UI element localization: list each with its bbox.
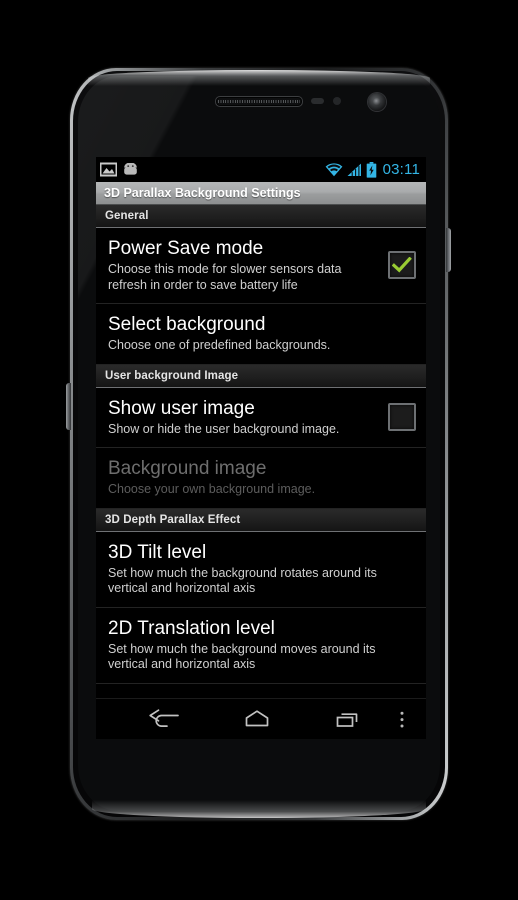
pref-title: Background image — [108, 458, 267, 479]
pref-row-background-image: Background image Choose your own backgro… — [96, 448, 426, 509]
front-camera-icon — [368, 93, 386, 111]
overflow-menu-icon — [400, 711, 404, 727]
check-mark-icon — [392, 257, 412, 273]
cellular-signal-icon — [347, 163, 361, 176]
pref-text-block: 3D Tilt level Set how much the backgroun… — [108, 541, 416, 597]
android-robot-icon — [124, 162, 137, 175]
pref-summary: Choose one of predefined backgrounds. — [108, 338, 331, 352]
section-header-3d-depth-parallax-effect: 3D Depth Parallax Effect — [96, 508, 426, 532]
back-icon — [149, 708, 179, 727]
phone-screen: 03:11 3D Parallax Background Settings Ge… — [96, 157, 426, 739]
status-bar-system-icons: 03:11 — [325, 161, 420, 178]
status-bar-clock: 03:11 — [382, 161, 420, 178]
pref-text-block: Show user image Show or hide the user ba… — [108, 397, 378, 438]
section-header-general: General — [96, 205, 426, 228]
preferences-list[interactable]: General Power Save mode Choose this mode… — [96, 205, 426, 698]
section-header-user-background-image: User background Image — [96, 364, 426, 388]
wifi-icon — [325, 162, 342, 176]
nav-overflow-menu-button[interactable] — [393, 708, 411, 734]
status-bar: 03:11 — [96, 157, 426, 182]
checkbox-show-user-image[interactable] — [388, 402, 416, 431]
pref-text-block: Background image Choose your own backgro… — [108, 457, 416, 498]
pref-row-power-save-mode[interactable]: Power Save mode Choose this mode for slo… — [96, 228, 426, 304]
pref-row-select-background[interactable]: Select background Choose one of predefin… — [96, 304, 426, 365]
pref-text-block: Power Save mode Choose this mode for slo… — [108, 237, 378, 293]
pref-title: Show user image — [108, 397, 255, 419]
pref-title: Power Save mode — [108, 238, 264, 259]
nav-home-button[interactable] — [241, 708, 273, 734]
pref-summary: Show or hide the user background image. — [108, 421, 340, 436]
pref-title: 2D Translation level — [108, 617, 275, 639]
proximity-sensor-icon — [311, 98, 324, 104]
power-button[interactable] — [446, 228, 451, 272]
nav-back-button[interactable] — [148, 708, 180, 734]
screenshot-image-icon — [100, 162, 117, 177]
pref-title: Select background — [108, 314, 266, 335]
status-bar-notifications — [100, 162, 139, 177]
section-header-label: 3D Depth Parallax Effect — [105, 513, 241, 526]
pref-row-3d-tilt-level[interactable]: 3D Tilt level Set how much the backgroun… — [96, 531, 426, 608]
page-title: 3D Parallax Background Settings — [104, 186, 301, 200]
system-navigation-bar[interactable] — [96, 697, 426, 739]
pref-text-block: Select background Choose one of predefin… — [108, 313, 416, 354]
recents-icon — [336, 712, 358, 727]
pref-text-block: 2D Translation level Set how much the ba… — [108, 617, 416, 673]
pref-row-2d-translation-level[interactable]: 2D Translation level Set how much the ba… — [96, 607, 426, 684]
pref-title: 3D Tilt level — [108, 541, 207, 563]
section-header-label: User background Image — [105, 369, 239, 382]
pref-summary: Set how much the background moves around… — [108, 641, 376, 672]
app-title-bar: 3D Parallax Background Settings — [96, 182, 426, 205]
light-sensor-icon — [333, 97, 341, 105]
battery-charging-icon — [366, 161, 376, 178]
screenshot-root: 03:11 3D Parallax Background Settings Ge… — [0, 0, 518, 900]
pref-summary: Set how much the background rotates arou… — [108, 565, 377, 596]
home-icon — [245, 709, 269, 726]
checkbox-power-save-mode[interactable] — [388, 251, 416, 279]
pref-summary: Choose this mode for slower sensors data… — [108, 262, 342, 292]
pref-row-show-user-image[interactable]: Show user image Show or hide the user ba… — [96, 387, 426, 448]
pref-summary: Choose your own background image. — [108, 482, 316, 496]
list-empty-space — [96, 683, 426, 698]
earpiece-speaker-icon — [215, 96, 303, 107]
section-header-label: General — [105, 210, 149, 222]
nav-recents-button[interactable] — [332, 708, 364, 734]
volume-button[interactable] — [66, 383, 71, 430]
